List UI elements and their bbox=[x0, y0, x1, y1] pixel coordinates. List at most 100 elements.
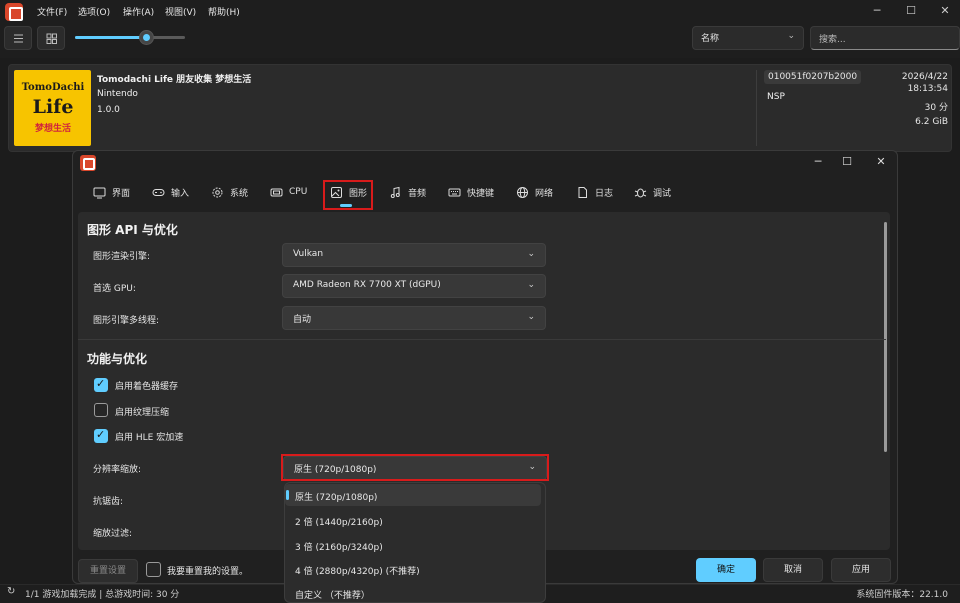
file-icon bbox=[578, 186, 587, 198]
gpu-label: 首选 GPU: bbox=[93, 284, 136, 294]
icon-size-slider-thumb[interactable] bbox=[139, 30, 154, 45]
tab-log[interactable]: 日志 bbox=[576, 184, 613, 200]
tab-label: 快捷键 bbox=[467, 188, 495, 199]
ok-button[interactable]: 确定 bbox=[696, 558, 756, 582]
multithread-select-value: 自动 bbox=[293, 315, 312, 325]
tab-label: CPU bbox=[289, 187, 308, 197]
apply-button[interactable]: 应用 bbox=[831, 558, 891, 582]
keyboard-icon bbox=[448, 188, 461, 196]
tab-cpu[interactable]: CPU bbox=[270, 184, 307, 200]
chevron-down-icon: ⌄ bbox=[527, 249, 535, 259]
texture-compression-checkbox[interactable] bbox=[94, 403, 108, 417]
game-title-id: 010051f0207b2000 bbox=[764, 70, 862, 84]
gear-icon bbox=[212, 187, 223, 197]
app-icon bbox=[5, 3, 23, 21]
tab-hotkeys[interactable]: 快捷键 bbox=[448, 184, 494, 200]
cover-logo-cn: 梦想生活 bbox=[34, 124, 71, 134]
tab-label: 网络 bbox=[535, 188, 554, 199]
game-size: 6.2 GiB bbox=[915, 117, 948, 127]
menu-help[interactable]: 帮助(H) bbox=[208, 5, 240, 18]
close-icon[interactable]: ✕ bbox=[938, 4, 952, 18]
dialog-minimize-icon[interactable]: ─ bbox=[810, 154, 826, 170]
cpu-icon bbox=[270, 188, 283, 196]
game-date: 2026/4/22 bbox=[901, 72, 948, 82]
dropdown-option[interactable]: 3 倍 (2160p/3240p) bbox=[285, 534, 541, 556]
card-divider bbox=[756, 70, 757, 146]
dropdown-option[interactable]: 4 倍 (2880p/4320p) (不推荐) bbox=[285, 558, 541, 580]
tab-label: 系统 bbox=[230, 188, 249, 199]
status-text: 1/1 游戏加载完成 | 总游戏时间: 30 分 bbox=[25, 590, 180, 600]
anti-aliasing-label: 抗锯齿: bbox=[93, 497, 124, 507]
game-version: 1.0.0 bbox=[97, 105, 120, 115]
list-view-button[interactable] bbox=[4, 26, 32, 50]
chevron-down-icon: ⌄ bbox=[787, 31, 795, 41]
bug-icon bbox=[634, 188, 647, 197]
chevron-down-icon: ⌄ bbox=[527, 280, 535, 290]
chevron-down-icon: ⌄ bbox=[527, 312, 535, 322]
maximize-icon[interactable]: ☐ bbox=[904, 4, 918, 18]
menu-actions[interactable]: 操作(A) bbox=[123, 5, 154, 18]
tab-label: 输入 bbox=[171, 188, 190, 199]
menu-file[interactable]: 文件(F) bbox=[37, 5, 67, 18]
tab-system[interactable]: 系统 bbox=[211, 184, 248, 200]
game-title: Tomodachi Life 朋友收集 梦想生活 bbox=[97, 75, 252, 85]
gpu-select[interactable]: AMD Radeon RX 7700 XT (dGPU) ⌄ bbox=[282, 274, 546, 298]
sort-select-value: 名称 bbox=[701, 34, 720, 44]
scrollbar[interactable] bbox=[884, 222, 887, 452]
tab-audio[interactable]: 音频 bbox=[389, 184, 426, 200]
menu-options[interactable]: 选项(O) bbox=[78, 5, 110, 18]
scaling-filter-label: 缩放过滤: bbox=[93, 529, 133, 539]
texture-compression-label: 启用纹理压缩 bbox=[115, 408, 170, 418]
minimize-icon[interactable]: ─ bbox=[870, 4, 884, 18]
active-tab-indicator bbox=[340, 204, 352, 207]
dialog-close-icon[interactable]: ✕ bbox=[873, 154, 889, 170]
dropdown-option[interactable]: 自定义 （不推荐） bbox=[285, 582, 541, 603]
list-icon bbox=[14, 34, 23, 43]
dropdown-option[interactable]: 2 倍 (1440p/2160p) bbox=[285, 509, 541, 531]
music-icon bbox=[390, 186, 400, 198]
confirm-reset-checkbox[interactable] bbox=[146, 562, 161, 577]
section-divider bbox=[78, 339, 886, 340]
renderer-label: 图形渲染引擎: bbox=[93, 252, 151, 262]
grid-view-button[interactable] bbox=[37, 26, 65, 50]
sort-select[interactable]: 名称 ⌄ bbox=[692, 26, 804, 50]
game-developer: Nintendo bbox=[97, 89, 138, 99]
grid-icon bbox=[46, 33, 57, 44]
menu-view[interactable]: 视图(V) bbox=[165, 5, 196, 18]
renderer-select[interactable]: Vulkan ⌄ bbox=[282, 243, 546, 267]
game-format: NSP bbox=[767, 92, 785, 102]
gamepad-icon bbox=[152, 188, 165, 196]
dialog-maximize-icon[interactable]: ☐ bbox=[839, 154, 855, 170]
tab-label: 音频 bbox=[408, 188, 427, 199]
resolution-scale-label: 分辨率缩放: bbox=[93, 465, 142, 475]
tab-label: 日志 bbox=[595, 188, 614, 199]
reset-settings-button[interactable]: 重置设置 bbox=[78, 559, 138, 583]
resolution-scale-highlight bbox=[281, 454, 549, 481]
refresh-icon[interactable]: ↻ bbox=[7, 586, 15, 597]
multithread-select[interactable]: 自动 ⌄ bbox=[282, 306, 546, 330]
tab-debug[interactable]: 调试 bbox=[634, 184, 671, 200]
monitor-icon bbox=[93, 187, 106, 198]
shader-cache-checkbox[interactable] bbox=[94, 377, 108, 392]
tab-input[interactable]: 输入 bbox=[152, 184, 189, 200]
renderer-select-value: Vulkan bbox=[293, 249, 324, 259]
hle-macro-checkbox[interactable] bbox=[94, 428, 108, 443]
tab-interface[interactable]: 界面 bbox=[93, 184, 130, 200]
icon-size-slider-fill bbox=[75, 36, 145, 39]
tab-label: 界面 bbox=[112, 188, 131, 199]
hle-macro-label: 启用 HLE 宏加速 bbox=[115, 433, 184, 443]
cover-logo-top: TomoDachi bbox=[21, 82, 85, 93]
tab-network[interactable]: 网络 bbox=[516, 184, 553, 200]
cancel-button[interactable]: 取消 bbox=[763, 558, 823, 582]
firmware-version: 系统固件版本：22.1.0 bbox=[856, 590, 948, 600]
shader-cache-label: 启用着色器缓存 bbox=[115, 382, 179, 392]
dropdown-option[interactable]: 原生 (720p/1080p) bbox=[285, 484, 541, 506]
game-cover-image: TomoDachi Life 梦想生活 bbox=[14, 70, 91, 146]
section-title-graphics-api: 图形 API 与优化 bbox=[87, 223, 178, 237]
tab-label: 调试 bbox=[653, 188, 672, 199]
gpu-select-value: AMD Radeon RX 7700 XT (dGPU) bbox=[293, 280, 441, 290]
dialog-app-icon bbox=[80, 155, 96, 171]
search-input[interactable]: 搜索... bbox=[810, 26, 960, 50]
game-time: 18:13:54 bbox=[907, 84, 948, 94]
multithread-label: 图形引擎多线程: bbox=[93, 316, 160, 326]
